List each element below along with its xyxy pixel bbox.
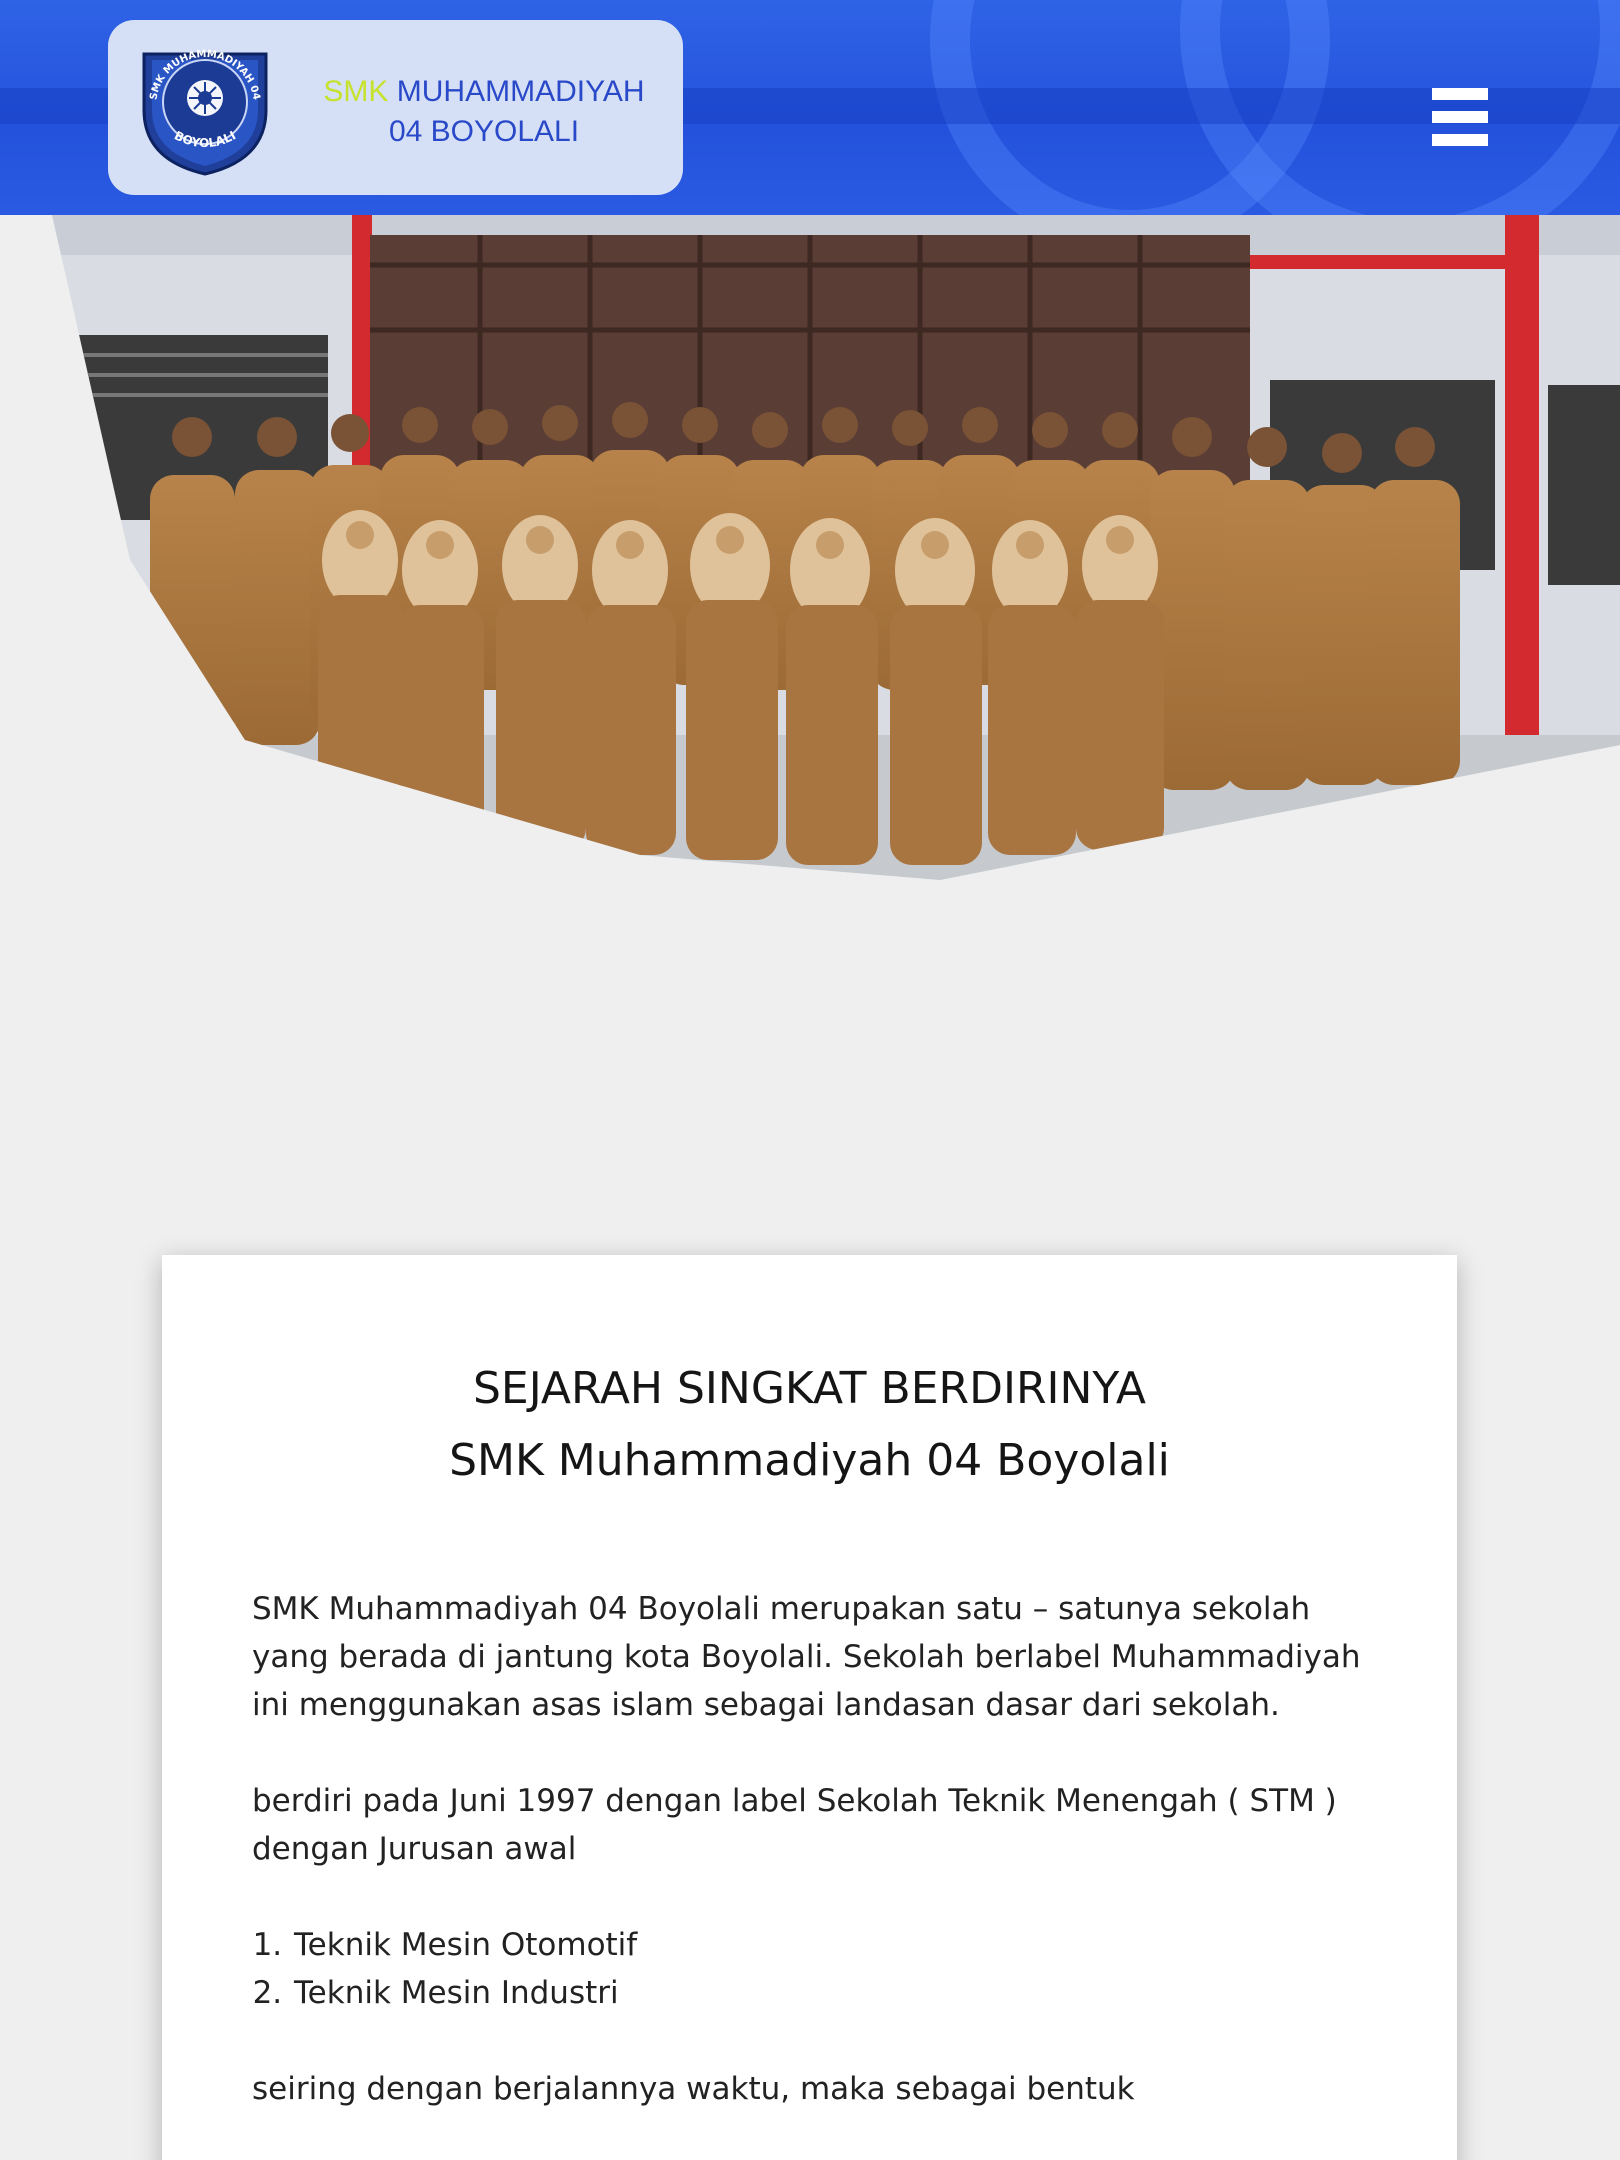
history-paragraph: seiring dengan berjalannya waktu, maka s… — [252, 2071, 1135, 2107]
history-title: SEJARAH SINGKAT BERDIRINYA SMK Muhammadi… — [162, 1353, 1457, 1497]
history-card: SEJARAH SINGKAT BERDIRINYA SMK Muhammadi… — [162, 1255, 1457, 2160]
logo-name-line2: 04 BOYOLALI — [388, 115, 580, 148]
school-seal-logo: SMK MUHAMMADIYAH 04 BOYOLALI — [142, 49, 268, 176]
logo-wordmark: SMK MUHAMMADIYAH 04 BOYOLALI — [294, 72, 674, 152]
department-list: Teknik Mesin Otomotif Teknik Mesin Indus… — [252, 1921, 1382, 2017]
page: SMK MUHAMMADIYAH 04 BOYOLALI SMK MUHAMMA… — [0, 0, 1620, 2160]
history-body: SMK Muhammadiyah 04 Boyolali merupakan s… — [252, 1585, 1382, 2113]
department-item: Teknik Mesin Industri — [292, 1969, 1382, 2017]
department-item: Teknik Mesin Otomotif — [292, 1921, 1382, 1969]
logo-prefix: SMK — [323, 75, 389, 108]
history-title-line2: SMK Muhammadiyah 04 Boyolali — [449, 1435, 1170, 1486]
hamburger-menu-icon[interactable] — [1432, 88, 1488, 146]
site-logo-link[interactable]: SMK MUHAMMADIYAH 04 BOYOLALI SMK MUHAMMA… — [108, 20, 683, 195]
history-title-line1: SEJARAH SINGKAT BERDIRINYA — [473, 1363, 1146, 1414]
history-paragraph: SMK Muhammadiyah 04 Boyolali merupakan s… — [252, 1591, 1361, 1723]
history-paragraph: berdiri pada Juni 1997 dengan label Seko… — [252, 1783, 1337, 1867]
hero-group-photo — [52, 215, 1620, 880]
logo-name-line1: MUHAMMADIYAH — [396, 75, 645, 108]
